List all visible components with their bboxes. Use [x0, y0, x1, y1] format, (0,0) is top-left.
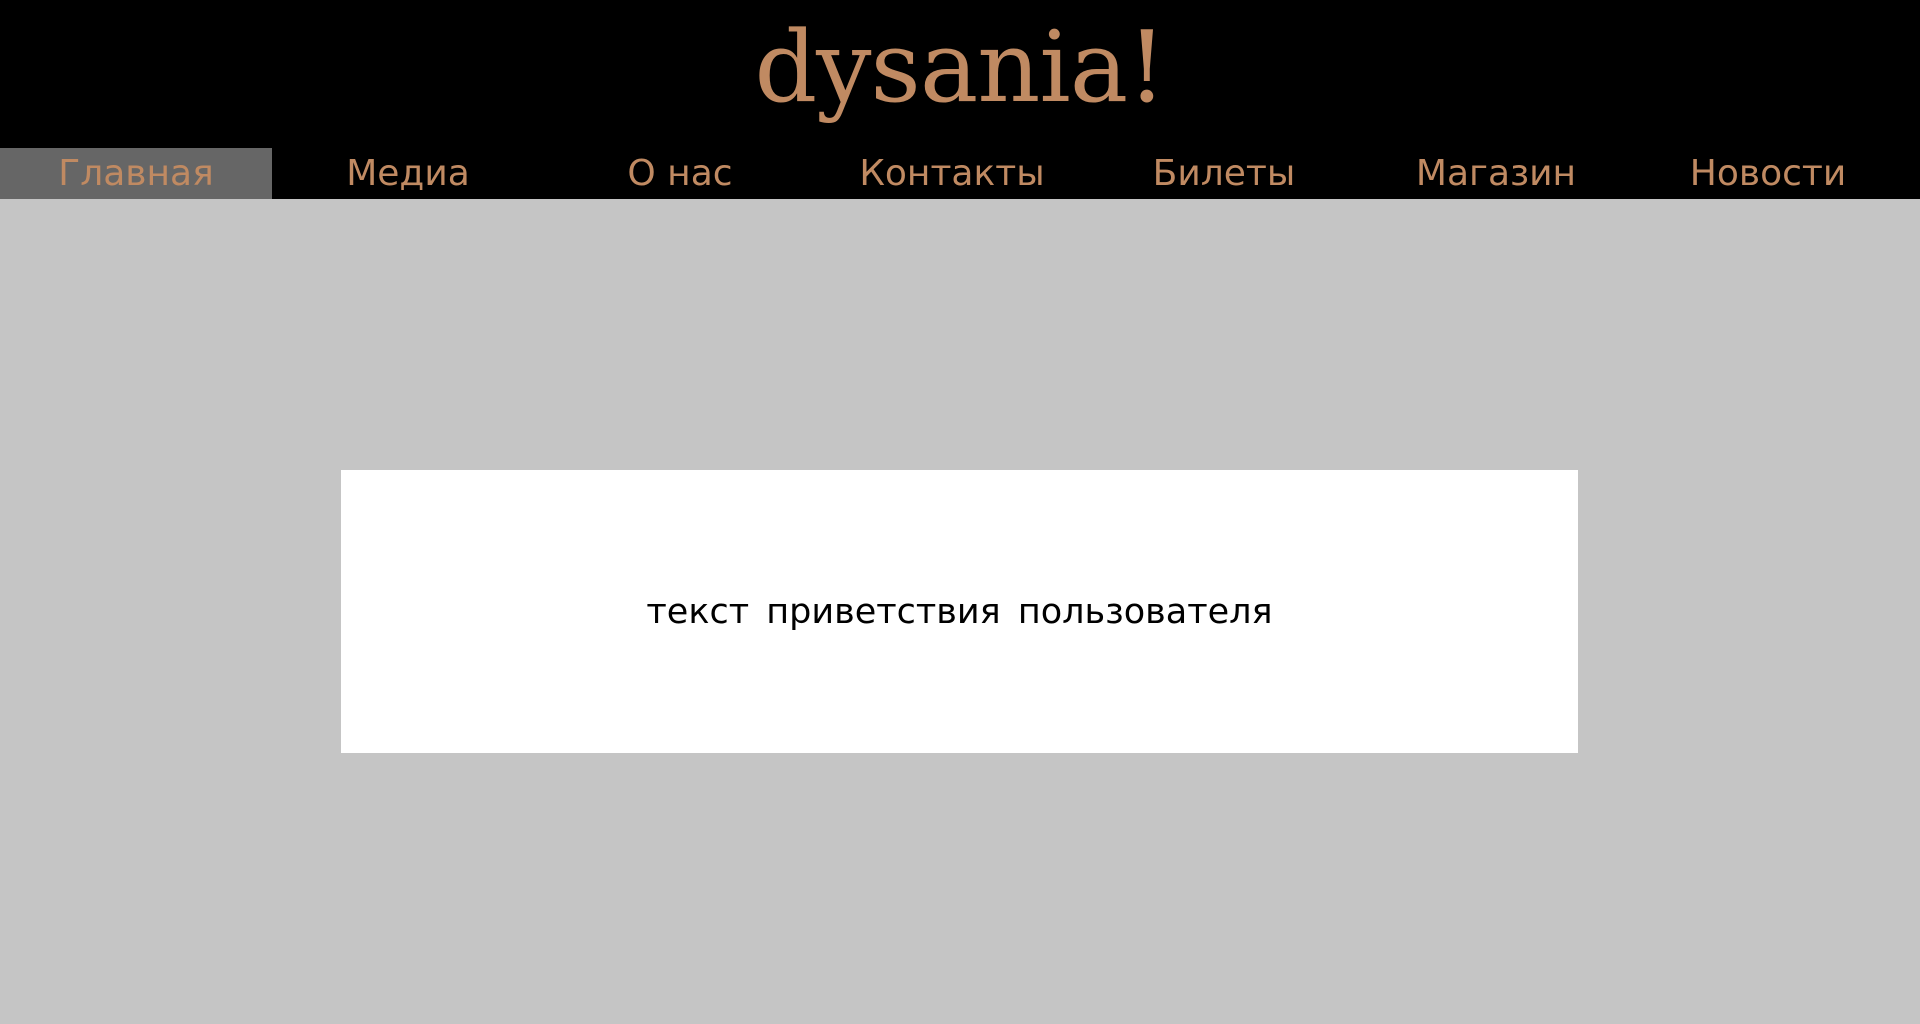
nav-item-news[interactable]: Новости: [1632, 148, 1904, 199]
site-header: dysania!: [0, 0, 1920, 148]
main-nav: Главная Медиа О нас Контакты Билеты Мага…: [0, 148, 1920, 199]
nav-item-home[interactable]: Главная: [0, 148, 272, 199]
welcome-text: текст приветствия пользователя: [646, 591, 1273, 632]
welcome-card: текст приветствия пользователя: [341, 470, 1578, 753]
main-content: текст приветствия пользователя: [0, 199, 1920, 1024]
nav-item-tickets[interactable]: Билеты: [1088, 148, 1360, 199]
site-logo[interactable]: dysania!: [0, 4, 1920, 132]
nav-item-about[interactable]: О нас: [544, 148, 816, 199]
nav-item-media[interactable]: Медиа: [272, 148, 544, 199]
nav-item-contacts[interactable]: Контакты: [816, 148, 1088, 199]
nav-item-shop[interactable]: Магазин: [1360, 148, 1632, 199]
